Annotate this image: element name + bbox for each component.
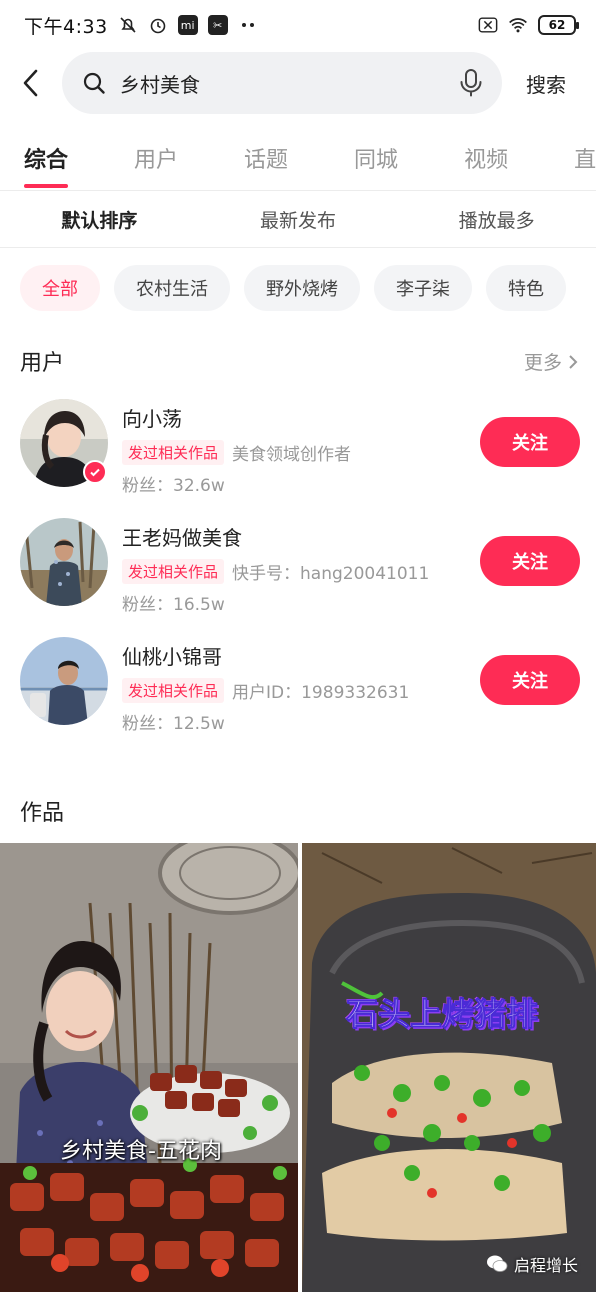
back-arrow-icon bbox=[23, 69, 38, 97]
status-bar: 下午4:33 mi ✂ 62 bbox=[0, 0, 596, 50]
video-thumbnail[interactable]: 乡村美食-五花肉 bbox=[0, 843, 298, 1292]
search-input[interactable]: 乡村美食 bbox=[62, 52, 502, 114]
verified-badge-icon bbox=[83, 460, 107, 484]
sort-most-played[interactable]: 播放最多 bbox=[397, 206, 596, 233]
user-description: 用户ID：1989332631 bbox=[232, 683, 410, 703]
user-fans-count: 粉丝：16.5w bbox=[122, 595, 225, 615]
follow-button[interactable]: 关注 bbox=[480, 417, 580, 467]
avatar[interactable] bbox=[20, 518, 108, 606]
related-works-tag: 发过相关作品 bbox=[122, 559, 225, 584]
tab-videos[interactable]: 视频 bbox=[464, 128, 508, 190]
follow-button[interactable]: 关注 bbox=[480, 536, 580, 586]
more-label: 更多 bbox=[523, 352, 562, 374]
sort-divider bbox=[0, 247, 596, 248]
related-works-tag: 发过相关作品 bbox=[122, 440, 225, 465]
alarm-icon bbox=[148, 15, 168, 35]
sim-off-icon bbox=[478, 15, 498, 35]
search-bar-row: 乡村美食 搜索 bbox=[0, 50, 596, 116]
back-button[interactable] bbox=[0, 50, 62, 116]
capcut-app-icon: ✂ bbox=[207, 15, 228, 35]
user-fans-count: 粉丝：32.6w bbox=[122, 476, 225, 496]
battery-icon: 62 bbox=[538, 15, 579, 35]
tab-users[interactable]: 用户 bbox=[134, 128, 178, 190]
follow-button[interactable]: 关注 bbox=[480, 655, 580, 705]
tab-topics[interactable]: 话题 bbox=[244, 128, 288, 190]
status-time: 下午4:33 bbox=[24, 15, 108, 38]
result-tabs: 综合 用户 话题 同城 视频 直 bbox=[0, 128, 596, 190]
sort-default[interactable]: 默认排序 bbox=[0, 206, 199, 233]
wifi-icon bbox=[508, 15, 528, 35]
more-dots-icon bbox=[238, 15, 258, 35]
tab-live[interactable]: 直 bbox=[574, 128, 596, 190]
chip-outdoor-bbq[interactable]: 野外烧烤 bbox=[244, 265, 360, 311]
chip-specialty[interactable]: 特色 bbox=[486, 265, 566, 311]
user-description: 美食领域创作者 bbox=[232, 445, 352, 465]
video-caption: 乡村美食-五花肉 bbox=[60, 1139, 222, 1164]
user-row[interactable]: 仙桃小锦哥 发过相关作品 用户ID：1989332631 粉丝：12.5w 关注 bbox=[20, 637, 580, 734]
filter-chips: 全部 农村生活 野外烧烤 李子柒 特色 bbox=[20, 265, 596, 313]
video-thumbnail[interactable]: 石头上烤猪排 启程增长 bbox=[302, 843, 596, 1292]
user-info: 王老妈做美食 发过相关作品 快手号：hang20041011 粉丝：16.5w bbox=[122, 522, 462, 615]
user-info: 向小荡 发过相关作品 美食领域创作者 粉丝：32.6w bbox=[122, 403, 462, 496]
microphone-icon[interactable] bbox=[458, 68, 484, 98]
search-query-text: 乡村美食 bbox=[120, 72, 200, 97]
works-section-title: 作品 bbox=[20, 801, 65, 826]
search-icon bbox=[83, 72, 105, 94]
watermark: 启程增长 bbox=[486, 1252, 578, 1276]
user-name: 仙桃小锦哥 bbox=[122, 645, 222, 669]
wechat-icon bbox=[486, 1255, 508, 1272]
chip-all[interactable]: 全部 bbox=[20, 265, 100, 311]
user-row[interactable]: 王老妈做美食 发过相关作品 快手号：hang20041011 粉丝：16.5w … bbox=[20, 518, 580, 615]
tab-nearby[interactable]: 同城 bbox=[354, 128, 398, 190]
users-more-link[interactable]: 更多 bbox=[524, 348, 578, 375]
user-fans-count: 粉丝：12.5w bbox=[122, 714, 225, 734]
avatar[interactable] bbox=[20, 637, 108, 725]
user-info: 仙桃小锦哥 发过相关作品 用户ID：1989332631 粉丝：12.5w bbox=[122, 641, 462, 734]
mute-icon bbox=[118, 15, 138, 35]
sort-options: 默认排序 最新发布 播放最多 bbox=[0, 191, 596, 247]
related-works-tag: 发过相关作品 bbox=[122, 678, 225, 703]
user-name: 向小荡 bbox=[122, 407, 182, 431]
user-name: 王老妈做美食 bbox=[122, 526, 242, 550]
sort-latest[interactable]: 最新发布 bbox=[199, 206, 398, 233]
chevron-right-icon bbox=[569, 354, 578, 369]
tab-comprehensive[interactable]: 综合 bbox=[24, 128, 69, 190]
works-grid: 乡村美食-五花肉 石头上烤猪排 启程增长 bbox=[0, 843, 596, 1292]
search-submit-button[interactable]: 搜索 bbox=[526, 69, 566, 98]
chip-liziqi[interactable]: 李子柒 bbox=[374, 265, 472, 311]
watermark-text: 启程增长 bbox=[513, 1256, 578, 1275]
video-caption: 石头上烤猪排 bbox=[345, 995, 539, 1034]
user-description: 快手号：hang20041011 bbox=[232, 564, 430, 584]
chip-rural-life[interactable]: 农村生活 bbox=[114, 265, 230, 311]
mi-app-icon: mi bbox=[177, 15, 198, 35]
user-row[interactable]: 向小荡 发过相关作品 美食领域创作者 粉丝：32.6w 关注 bbox=[20, 399, 580, 496]
users-section-title: 用户 bbox=[20, 351, 65, 376]
